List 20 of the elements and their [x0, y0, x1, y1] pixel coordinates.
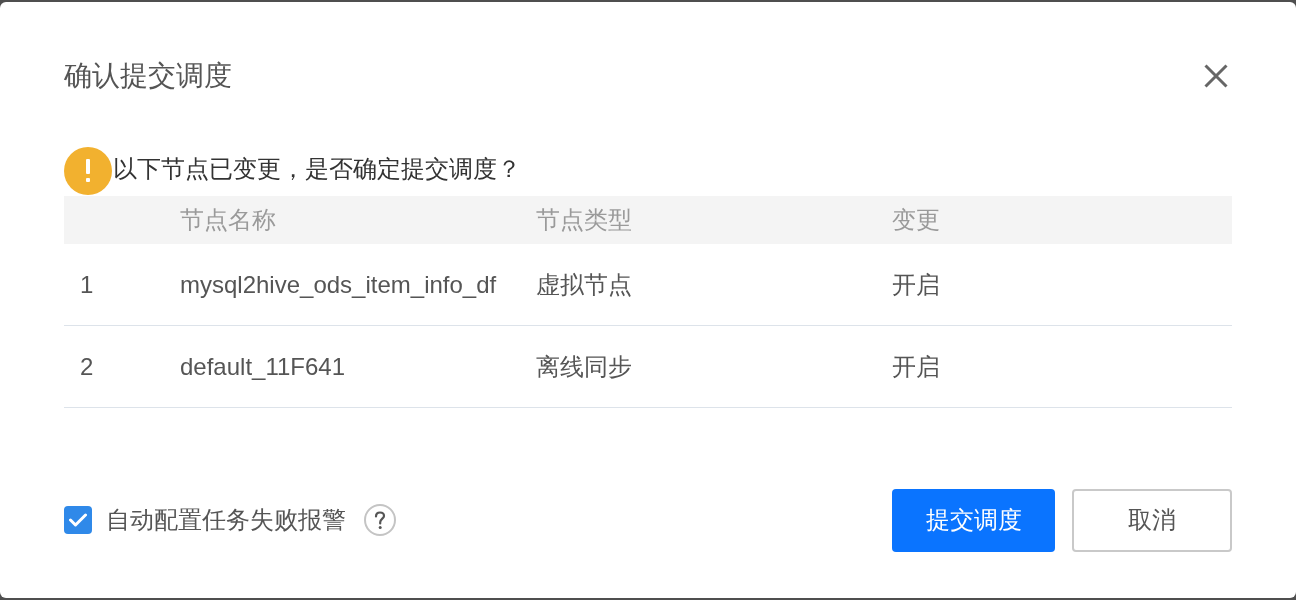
table-cell: 开启 — [892, 269, 940, 300]
table-cell: 虚拟节点 — [536, 269, 632, 300]
checkbox-label: 自动配置任务失败报警 — [106, 505, 346, 535]
checkmark-icon — [69, 513, 87, 527]
checkbox[interactable] — [64, 506, 92, 534]
submit-button[interactable]: 提交调度 — [892, 488, 1055, 552]
table-cell: default_11F641 — [180, 351, 346, 382]
warning-message: 以下节点已变更，是否确定提交调度？ — [113, 154, 521, 184]
table-cell: 开启 — [892, 351, 940, 382]
row-index: 2 — [79, 351, 94, 382]
table-cell: mysql2hive_ods_item_info_df — [180, 269, 497, 300]
column-header: 节点名称 — [180, 205, 277, 235]
column-header: 节点类型 — [536, 205, 633, 235]
close-icon[interactable] — [1204, 64, 1228, 88]
column-header: 变更 — [892, 205, 941, 235]
dialog-title: 确认提交调度 — [64, 61, 232, 91]
help-icon[interactable] — [364, 504, 396, 536]
row-index: 1 — [79, 269, 94, 300]
cancel-button[interactable]: 取消 — [1072, 488, 1232, 552]
table-cell: 离线同步 — [536, 351, 632, 382]
